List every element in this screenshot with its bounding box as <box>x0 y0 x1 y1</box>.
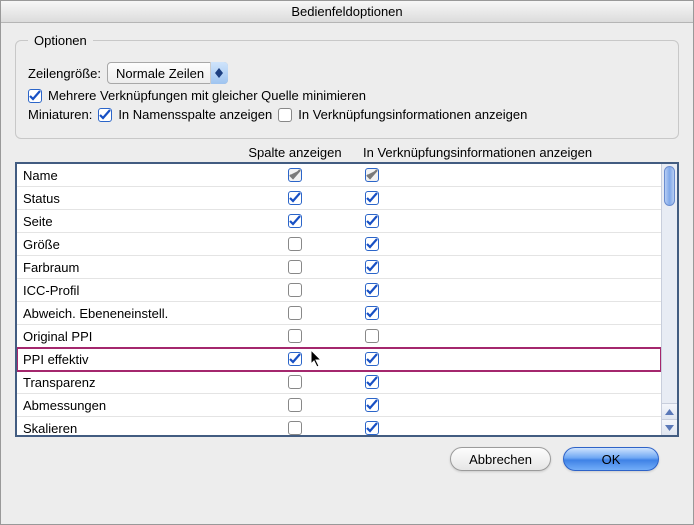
show-column-checkbox[interactable] <box>288 237 302 251</box>
row-name: Größe <box>23 237 235 252</box>
table-row: Name <box>17 164 661 187</box>
options-group: Optionen Zeilengröße: Normale Zeilen Meh… <box>15 33 679 139</box>
show-linkinfo-checkbox[interactable] <box>365 306 379 320</box>
show-column-checkbox <box>288 168 302 182</box>
table-row: Transparenz <box>17 371 661 394</box>
row-name: Skalieren <box>23 421 235 436</box>
show-column-checkbox[interactable] <box>288 398 302 412</box>
show-column-checkbox[interactable] <box>288 214 302 228</box>
table-row: Abweich. Ebeneneinstell. <box>17 302 661 325</box>
row-name: Name <box>23 168 235 183</box>
table-row: Original PPI <box>17 325 661 348</box>
show-linkinfo-checkbox[interactable] <box>365 283 379 297</box>
row-name: Abweich. Ebeneneinstell. <box>23 306 235 321</box>
table-row: PPI effektiv <box>17 348 661 371</box>
table-row: Farbraum <box>17 256 661 279</box>
thumb-link-checkbox[interactable] <box>278 108 292 122</box>
minimize-checkbox[interactable] <box>28 89 42 103</box>
column-header-show-column: Spalte anzeigen <box>235 145 355 160</box>
thumbnails-label: Miniaturen: <box>28 107 92 122</box>
show-linkinfo-checkbox[interactable] <box>365 260 379 274</box>
show-linkinfo-checkbox[interactable] <box>365 329 379 343</box>
show-column-checkbox[interactable] <box>288 306 302 320</box>
show-column-checkbox[interactable] <box>288 260 302 274</box>
show-linkinfo-checkbox[interactable] <box>365 237 379 251</box>
show-linkinfo-checkbox[interactable] <box>365 375 379 389</box>
scrollbar-thumb[interactable] <box>664 166 675 206</box>
thumb-name-checkbox[interactable] <box>98 108 112 122</box>
show-linkinfo-checkbox[interactable] <box>365 421 379 435</box>
scrollbar[interactable] <box>661 164 677 435</box>
show-column-checkbox[interactable] <box>288 329 302 343</box>
window-title: Bedienfeldoptionen <box>1 1 693 23</box>
show-column-checkbox[interactable] <box>288 421 302 435</box>
row-name: Original PPI <box>23 329 235 344</box>
row-name: Transparenz <box>23 375 235 390</box>
ok-button[interactable]: OK <box>563 447 659 471</box>
row-name: PPI effektiv <box>23 352 235 367</box>
table-row: Größe <box>17 233 661 256</box>
row-name: Seite <box>23 214 235 229</box>
show-column-checkbox[interactable] <box>288 375 302 389</box>
scroll-down-button[interactable] <box>662 419 677 435</box>
table-row: ICC-Profil <box>17 279 661 302</box>
show-column-checkbox[interactable] <box>288 283 302 297</box>
row-name: Farbraum <box>23 260 235 275</box>
show-linkinfo-checkbox[interactable] <box>365 191 379 205</box>
thumb-link-label: In Verknüpfungsinformationen anzeigen <box>298 107 527 122</box>
table-row: Status <box>17 187 661 210</box>
scroll-up-button[interactable] <box>662 403 677 419</box>
columns-table: Name Status Seite Größe Farbraum ICC-Profil Ab… <box>15 162 679 437</box>
cancel-button[interactable]: Abbrechen <box>450 447 551 471</box>
table-row: Skalieren <box>17 417 661 435</box>
show-linkinfo-checkbox[interactable] <box>365 352 379 366</box>
column-header-show-linkinfo: In Verknüpfungsinformationen anzeigen <box>355 145 677 160</box>
show-linkinfo-checkbox[interactable] <box>365 214 379 228</box>
minimize-label: Mehrere Verknüpfungen mit gleicher Quell… <box>48 88 366 103</box>
row-name: Status <box>23 191 235 206</box>
row-name: Abmessungen <box>23 398 235 413</box>
show-linkinfo-checkbox[interactable] <box>365 398 379 412</box>
show-linkinfo-checkbox <box>365 168 379 182</box>
thumb-name-label: In Namensspalte anzeigen <box>118 107 272 122</box>
table-row: Abmessungen <box>17 394 661 417</box>
show-column-checkbox[interactable] <box>288 352 302 366</box>
row-size-select[interactable]: Normale Zeilen <box>107 62 228 84</box>
table-row: Seite <box>17 210 661 233</box>
row-size-label: Zeilengröße: <box>28 66 101 81</box>
show-column-checkbox[interactable] <box>288 191 302 205</box>
row-name: ICC-Profil <box>23 283 235 298</box>
options-legend: Optionen <box>28 33 93 48</box>
